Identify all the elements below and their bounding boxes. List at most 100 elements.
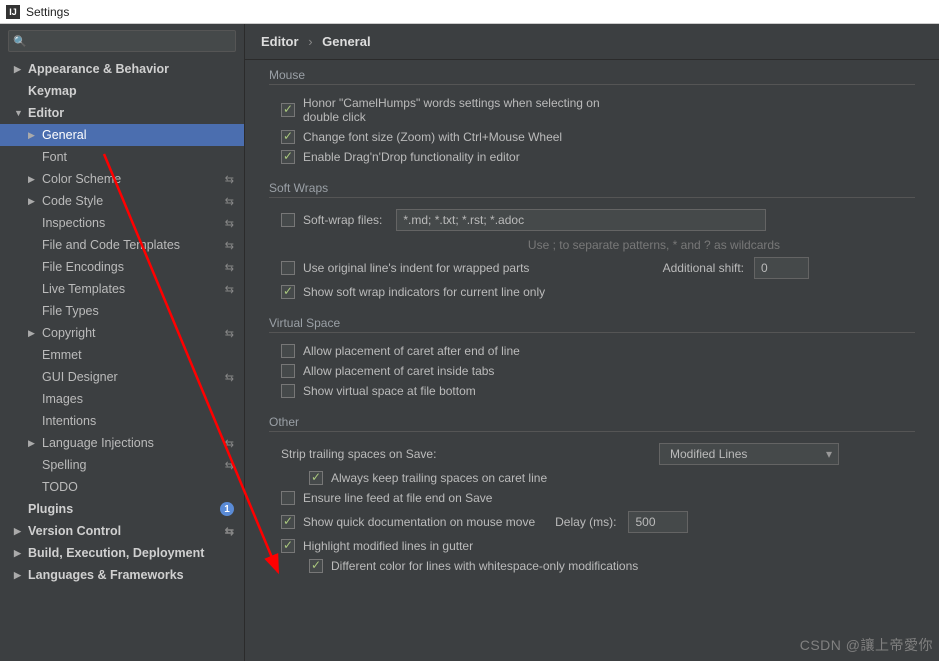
sidebar-item-editor[interactable]: ▼Editor xyxy=(0,102,244,124)
group-softwraps: Soft Wraps Soft-wrap files: Use ; to sep… xyxy=(269,181,939,302)
tree-arrow-icon: ▶ xyxy=(14,64,24,75)
cb-ws-color[interactable]: Different color for lines with whitespac… xyxy=(309,559,638,573)
tree-label: File Encodings xyxy=(42,260,124,274)
sidebar-item-file-types[interactable]: File Types xyxy=(0,300,244,322)
sidebar-item-code-style[interactable]: ▶Code Style⇆ xyxy=(0,190,244,212)
sidebar-item-emmet[interactable]: Emmet xyxy=(0,344,244,366)
tree-arrow-icon: ▶ xyxy=(28,130,38,141)
sidebar-item-live-templates[interactable]: Live Templates⇆ xyxy=(0,278,244,300)
tree-label: GUI Designer xyxy=(42,370,118,384)
app-icon: IJ xyxy=(6,5,20,19)
project-scope-icon: ⇆ xyxy=(225,217,234,230)
project-scope-icon: ⇆ xyxy=(225,261,234,274)
cb-caret-eol[interactable]: Allow placement of caret after end of li… xyxy=(281,344,520,358)
cb-dnd[interactable]: Enable Drag'n'Drop functionality in edit… xyxy=(281,150,520,164)
sidebar-item-file-and-code-templates[interactable]: File and Code Templates⇆ xyxy=(0,234,244,256)
sidebar-item-images[interactable]: Images xyxy=(0,388,244,410)
settings-tree[interactable]: ▶Appearance & BehaviorKeymap▼Editor▶Gene… xyxy=(0,58,244,661)
sidebar-item-file-encodings[interactable]: File Encodings ⇆ xyxy=(0,256,244,278)
tree-arrow-icon: ▶ xyxy=(28,438,38,449)
sidebar-item-todo[interactable]: TODO xyxy=(0,476,244,498)
cb-ctrl-zoom-input[interactable] xyxy=(281,130,295,144)
cb-ensure-lf-input[interactable] xyxy=(281,491,295,505)
cb-keep-trailing-input[interactable] xyxy=(309,471,323,485)
group-title-other: Other xyxy=(269,415,915,432)
cb-gutter-input[interactable] xyxy=(281,539,295,553)
cb-caret-tabs-input[interactable] xyxy=(281,364,295,378)
project-scope-icon: ⇆ xyxy=(225,173,234,186)
sidebar-item-gui-designer[interactable]: GUI Designer ⇆ xyxy=(0,366,244,388)
cb-use-indent-input[interactable] xyxy=(281,261,295,275)
combo-strip[interactable]: Modified Lines xyxy=(659,443,839,465)
cb-use-indent[interactable]: Use original line's indent for wrapped p… xyxy=(281,261,529,275)
sidebar-item-intentions[interactable]: Intentions xyxy=(0,410,244,432)
lbl-addshift: Additional shift: xyxy=(663,261,744,275)
sidebar-item-keymap[interactable]: Keymap xyxy=(0,80,244,102)
cb-quick-doc-input[interactable] xyxy=(281,515,295,529)
group-title-mouse: Mouse xyxy=(269,68,915,85)
sidebar-item-inspections[interactable]: Inspections⇆ xyxy=(0,212,244,234)
tree-label: TODO xyxy=(42,480,78,494)
cb-caret-tabs[interactable]: Allow placement of caret inside tabs xyxy=(281,364,494,378)
cb-vspace-bottom[interactable]: Show virtual space at file bottom xyxy=(281,384,476,398)
project-scope-icon: ⇆ xyxy=(225,195,234,208)
sidebar-item-spelling[interactable]: Spelling⇆ xyxy=(0,454,244,476)
sidebar: 🔍 ▶Appearance & BehaviorKeymap▼Editor▶Ge… xyxy=(0,24,245,661)
tree-label: Intentions xyxy=(42,414,96,428)
tree-label: Images xyxy=(42,392,83,406)
lbl-strip: Strip trailing spaces on Save: xyxy=(281,447,436,461)
project-scope-icon: ⇆ xyxy=(225,371,234,384)
search-field[interactable] xyxy=(27,34,231,49)
settings-panel: Mouse Honor "CamelHumps" words settings … xyxy=(245,60,939,661)
cb-honor-camelhumps[interactable]: Honor "CamelHumps" words settings when s… xyxy=(281,96,623,124)
cb-softwrap-files[interactable]: Soft-wrap files: xyxy=(281,213,382,227)
cb-ensure-lf[interactable]: Ensure line feed at file end on Save xyxy=(281,491,492,505)
tree-arrow-icon: ▶ xyxy=(14,526,24,537)
cb-gutter[interactable]: Highlight modified lines in gutter xyxy=(281,539,473,553)
input-delay[interactable] xyxy=(628,511,688,533)
window-titlebar: IJ Settings xyxy=(0,0,939,24)
cb-caret-eol-input[interactable] xyxy=(281,344,295,358)
group-vspace: Virtual Space Allow placement of caret a… xyxy=(269,316,939,401)
sidebar-item-build-execution-deployment[interactable]: ▶Build, Execution, Deployment xyxy=(0,542,244,564)
lbl-eol: Allow placement of caret after end of li… xyxy=(303,344,520,358)
sidebar-item-color-scheme[interactable]: ▶Color Scheme⇆ xyxy=(0,168,244,190)
project-scope-icon: ⇆ xyxy=(225,327,234,340)
tree-label: Font xyxy=(42,150,67,164)
cb-dnd-input[interactable] xyxy=(281,150,295,164)
cb-ws-color-input[interactable] xyxy=(309,559,323,573)
lbl-delay: Delay (ms): xyxy=(555,515,616,529)
cb-wrap-indicators-input[interactable] xyxy=(281,285,295,299)
tree-label: Spelling xyxy=(42,458,86,472)
cb-softwrap-files-input[interactable] xyxy=(281,213,295,227)
tree-arrow-icon: ▶ xyxy=(14,548,24,559)
cb-wrap-indicators[interactable]: Show soft wrap indicators for current li… xyxy=(281,285,545,299)
cb-quick-doc[interactable]: Show quick documentation on mouse move xyxy=(281,515,535,529)
cb-ctrl-zoom[interactable]: Change font size (Zoom) with Ctrl+Mouse … xyxy=(281,130,562,144)
sidebar-item-plugins[interactable]: Plugins1 xyxy=(0,498,244,520)
combo-strip-value: Modified Lines xyxy=(670,447,747,461)
tree-label: Language Injections xyxy=(42,436,154,450)
crumb-sep: › xyxy=(308,34,312,49)
sidebar-item-version-control[interactable]: ▶Version Control⇆ xyxy=(0,520,244,542)
tree-label: File Types xyxy=(42,304,99,318)
search-icon: 🔍 xyxy=(13,35,27,48)
sidebar-item-font[interactable]: Font xyxy=(0,146,244,168)
lbl-indicators: Show soft wrap indicators for current li… xyxy=(303,285,545,299)
sidebar-item-language-injections[interactable]: ▶Language Injections⇆ xyxy=(0,432,244,454)
group-title-softwraps: Soft Wraps xyxy=(269,181,915,198)
input-addshift[interactable] xyxy=(754,257,809,279)
sidebar-item-appearance-behavior[interactable]: ▶Appearance & Behavior xyxy=(0,58,244,80)
sidebar-item-copyright[interactable]: ▶Copyright⇆ xyxy=(0,322,244,344)
sidebar-item-general[interactable]: ▶General xyxy=(0,124,244,146)
cb-vspace-bottom-input[interactable] xyxy=(281,384,295,398)
lbl-zoom: Change font size (Zoom) with Ctrl+Mouse … xyxy=(303,130,562,144)
project-scope-icon: ⇆ xyxy=(225,239,234,252)
tree-arrow-icon: ▼ xyxy=(14,108,24,118)
input-softwrap-patterns[interactable] xyxy=(396,209,766,231)
sidebar-item-languages-frameworks[interactable]: ▶Languages & Frameworks xyxy=(0,564,244,586)
search-input[interactable]: 🔍 xyxy=(8,30,236,52)
cb-honor-camelhumps-input[interactable] xyxy=(281,103,295,117)
tree-arrow-icon: ▶ xyxy=(14,570,24,581)
cb-keep-trailing[interactable]: Always keep trailing spaces on caret lin… xyxy=(309,471,547,485)
